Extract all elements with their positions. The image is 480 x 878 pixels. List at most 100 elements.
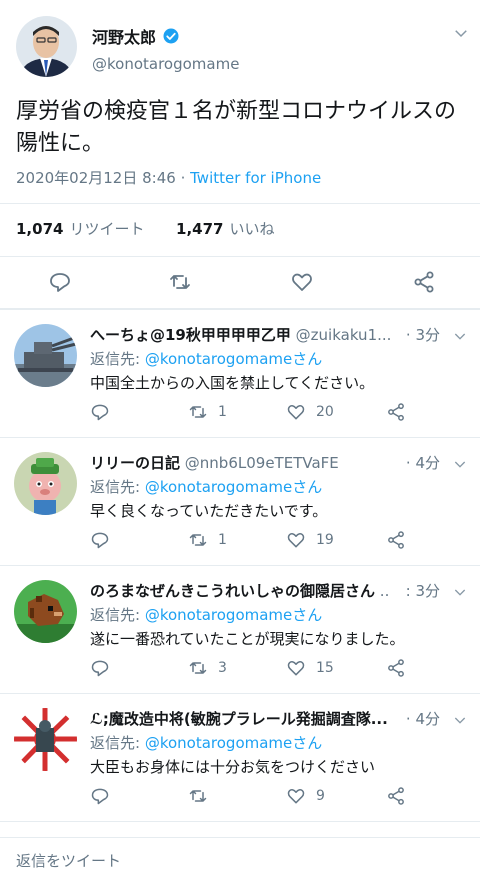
like-stat[interactable]: 1,477 いいね (176, 220, 274, 238)
reply-time: · 4分 (405, 710, 440, 728)
reply-button[interactable] (90, 658, 110, 678)
author-avatar[interactable] (16, 16, 77, 77)
retweet-button[interactable]: 3 (188, 658, 227, 678)
share-icon (388, 659, 404, 677)
reply-to: 返信先: @konotarogomameさん (90, 478, 323, 496)
share-button[interactable] (386, 402, 406, 422)
heart-icon (287, 533, 305, 548)
heart-icon (287, 789, 305, 804)
retweet-count: 3 (218, 660, 227, 676)
like-button[interactable]: 15 (286, 658, 334, 678)
author-name[interactable]: 河野太郎 (92, 24, 156, 48)
like-count: 9 (316, 788, 325, 804)
heart-icon (287, 405, 305, 420)
share-button[interactable] (386, 530, 406, 550)
reply-text: 大臣もお身体には十分お気をつけください (90, 758, 376, 776)
reply-icon (91, 660, 109, 677)
share-icon (388, 787, 404, 805)
reply-composer[interactable]: 返信をツイート (0, 837, 480, 878)
reply-avatar[interactable] (14, 580, 77, 643)
reply-author-name[interactable]: へーちょ@19秋甲甲甲甲乙甲 (90, 326, 291, 344)
share-icon[interactable] (412, 270, 436, 294)
reply-button[interactable] (90, 786, 110, 806)
reply-icon (91, 788, 109, 805)
retweet-button[interactable]: 1 (188, 530, 227, 550)
reply-avatar[interactable] (14, 452, 77, 515)
retweet-button[interactable]: 1 (188, 402, 227, 422)
reply-icon (91, 532, 109, 549)
reply-to: 返信先: @konotarogomameさん (90, 734, 323, 752)
chevron-down-icon[interactable] (452, 712, 468, 728)
reply-button[interactable] (90, 402, 110, 422)
reply-avatar[interactable] (14, 708, 77, 771)
share-icon (388, 531, 404, 549)
like-count: 20 (316, 404, 334, 420)
like-button[interactable]: 9 (286, 786, 325, 806)
reply-tweet[interactable]: へーちょ@19秋甲甲甲甲乙甲 @zuikaku1... · 3分 返信先: @k… (0, 310, 480, 438)
reply-icon (91, 404, 109, 421)
reply-to-link[interactable]: @konotarogomameさん (145, 350, 322, 368)
reply-icon[interactable] (48, 270, 72, 294)
reply-to: 返信先: @konotarogomameさん (90, 350, 323, 368)
reply-avatar[interactable] (14, 324, 77, 387)
like-count: 19 (316, 532, 334, 548)
reply-author-name[interactable]: リリーの日記 (90, 454, 180, 472)
reply-time: · 3分 (405, 326, 440, 344)
main-actions (0, 264, 480, 300)
reply-tweet[interactable]: のろまなぜんきこうれいしゃの御隠居さん ... : 3分 返信先: @konot… (0, 566, 480, 694)
like-count: 15 (316, 660, 334, 676)
chevron-down-icon[interactable] (452, 456, 468, 472)
chevron-down-icon[interactable] (452, 584, 468, 600)
reply-text: 遂に一番恐れていたことが現実になりました。 (90, 630, 405, 648)
share-button[interactable] (386, 658, 406, 678)
like-button[interactable]: 19 (286, 530, 334, 550)
like-button[interactable]: 20 (286, 402, 334, 422)
retweet-icon (189, 662, 207, 674)
reply-actions: 9 (90, 786, 420, 810)
retweet-icon (189, 534, 207, 546)
reply-to-link[interactable]: @konotarogomameさん (145, 606, 322, 624)
retweet-count: 1 (218, 404, 227, 420)
reply-text: 中国全土からの入国を禁止してください。 (90, 374, 375, 392)
reply-author-handle[interactable]: ... (380, 582, 390, 600)
retweet-icon (189, 406, 207, 418)
reply-composer-placeholder[interactable]: 返信をツイート (16, 850, 121, 871)
tweet-text: 厚労省の検疫官１名が新型コロナウイルスの陽性に。 (16, 99, 457, 156)
reply-author-handle[interactable]: @nnb6L09eTETVaFE (185, 454, 339, 472)
tweet-meta: 2020年02月12日 8:46 · Twitter for iPhone (16, 167, 321, 188)
divider (0, 203, 480, 204)
heart-icon[interactable] (290, 270, 314, 294)
heart-icon (287, 661, 305, 676)
reply-text: 早く良くなっていただきたいです。 (90, 502, 328, 520)
reply-author-name[interactable]: のろまなぜんきこうれいしゃの御隠居さん (90, 582, 375, 600)
tweet-stats: 1,074 リツイート 1,477 いいね (16, 218, 275, 239)
share-icon (388, 403, 404, 421)
retweet-icon[interactable] (168, 270, 192, 294)
reply-time: · 4分 (405, 454, 440, 472)
tweet-date: 2020年02月12日 8:46 (16, 169, 176, 187)
verified-icon (163, 28, 179, 44)
reply-actions: 1 20 (90, 402, 420, 426)
retweet-count: 1 (218, 532, 227, 548)
reply-time: : 3分 (405, 582, 440, 600)
reply-tweet[interactable]: ℒ;魔改造中将(敏腕プラレール発掘調査隊... · 4分 返信先: @konot… (0, 694, 480, 822)
chevron-down-icon[interactable] (452, 328, 468, 344)
reply-button[interactable] (90, 530, 110, 550)
author-handle[interactable]: @konotarogomame (92, 55, 239, 73)
divider (0, 821, 480, 822)
reply-actions: 3 15 (90, 658, 420, 682)
reply-tweet[interactable]: リリーの日記 @nnb6L09eTETVaFE · 4分 返信先: @konot… (0, 438, 480, 566)
retweet-stat[interactable]: 1,074 リツイート (16, 220, 144, 238)
reply-author-handle[interactable]: @zuikaku1... (296, 326, 392, 344)
reply-to-link[interactable]: @konotarogomameさん (145, 478, 322, 496)
reply-to-link[interactable]: @konotarogomameさん (145, 734, 322, 752)
tweet-source-link[interactable]: Twitter for iPhone (190, 169, 321, 187)
retweet-icon (189, 790, 207, 802)
retweet-button[interactable] (188, 786, 218, 806)
chevron-down-icon[interactable] (452, 24, 470, 42)
reply-author-name[interactable]: ℒ;魔改造中将(敏腕プラレール発掘調査隊... (90, 710, 388, 728)
reply-actions: 1 19 (90, 530, 420, 554)
share-button[interactable] (386, 786, 406, 806)
divider (0, 256, 480, 257)
meta-separator: · (175, 169, 191, 187)
